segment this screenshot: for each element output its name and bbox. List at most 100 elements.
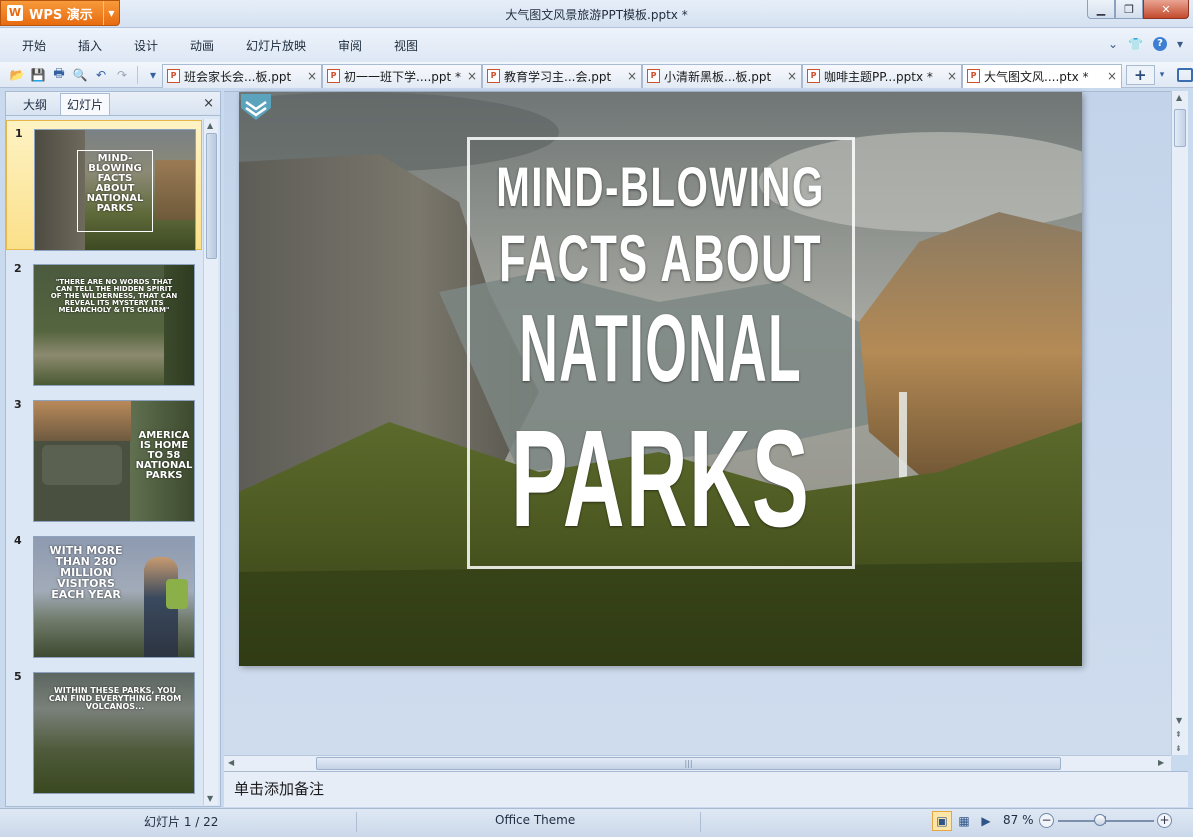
slide-thumbnail-1[interactable]: 1 MIND-BLOWING FACTS ABOUT NATIONAL PARK… [6,120,202,251]
scroll-right-icon[interactable]: ▶ [1158,758,1164,767]
normal-view-icon[interactable]: ▣ [932,811,952,831]
slide-thumbnail-4[interactable]: 4 WITH MORE THAN 280 MILLION VISITORS EA… [6,528,202,658]
help-icon[interactable]: ? [1152,37,1167,51]
slide-number: 5 [14,670,22,683]
doc-tab-label: 教育学习主...会.ppt [504,69,612,84]
zoom-in-button[interactable]: + [1157,813,1172,828]
current-slide[interactable]: MIND-BLOWING FACTS ABOUT NATIONAL PARKS [239,92,1082,666]
scroll-up-icon[interactable]: ▲ [207,121,213,130]
notes-pane[interactable]: 单击添加备注 [224,771,1188,807]
doc-tab[interactable]: P 班会家长会...板.ppt × [162,63,322,88]
new-tab-button[interactable]: + [1126,64,1155,85]
tab-outline[interactable]: 大纲 [10,93,60,115]
zoom-level[interactable]: 87 % [1003,813,1034,827]
print-preview-icon[interactable]: 🔍 [71,66,89,84]
collapse-ribbon-icon[interactable]: ⌄ [1108,37,1118,51]
doc-tab-label: 班会家长会...板.ppt [184,69,292,84]
status-divider [356,812,357,832]
ppt-file-icon: P [807,69,820,83]
slide-thumbnail-3[interactable]: 3 AMERICA IS HOME TO 58 NATIONAL PARKS [6,392,202,522]
status-divider [700,812,701,832]
slide-thumbnail-5[interactable]: 5 WITHIN THESE PARKS, YOU CAN FIND EVERY… [6,664,202,794]
skin-shirt-icon[interactable]: 👕 [1128,37,1143,51]
close-icon[interactable]: × [1107,69,1117,83]
menu-insert[interactable]: 插入 [78,37,134,54]
close-icon[interactable]: × [947,69,957,83]
menu-slideshow[interactable]: 幻灯片放映 [246,37,338,54]
tab-slides[interactable]: 幻灯片 [60,93,110,115]
customize-icon[interactable]: ▾ [144,66,162,84]
menu-home[interactable]: 开始 [22,37,78,54]
close-icon[interactable]: × [467,69,477,83]
close-icon[interactable]: × [627,69,637,83]
slide-title-line-3[interactable]: NATIONAL [424,294,896,404]
slide-thumbnail-text: MIND-BLOWING FACTS ABOUT NATIONAL PARKS [86,153,144,214]
close-icon[interactable]: × [203,96,214,111]
slide-number: 1 [15,127,23,140]
scrollbar-thumb[interactable] [1174,109,1186,147]
close-icon[interactable]: × [787,69,797,83]
print-icon[interactable]: 🖶 [50,66,68,84]
menu-animation[interactable]: 动画 [190,37,246,54]
slide-thumbnail-2[interactable]: 2 "THERE ARE NO WORDS THAT CAN TELL THE … [6,256,202,386]
theme-name[interactable]: Office Theme [495,813,575,827]
slide-sorter-icon[interactable]: ▦ [954,811,974,831]
title-bar: W WPS 演示 ▼ 大气图文风景旅游PPT模板.pptx * ▁ ❐ ✕ [0,0,1193,28]
document-tabs: P 班会家长会...板.ppt × P 初一一班下学....ppt * × P … [162,62,1122,88]
status-bar: 幻灯片 1 / 22 Office Theme ▣ ▦ ▶ 87 % − + [0,808,1193,837]
menu-view[interactable]: 视图 [394,37,450,54]
close-window-button[interactable]: ✕ [1143,0,1189,19]
save-icon[interactable]: 💾 [29,66,47,84]
scroll-up-icon[interactable]: ▲ [1176,93,1182,102]
restore-button[interactable]: ❐ [1115,0,1143,19]
undo-icon[interactable]: ↶ [92,66,110,84]
slide-number: 4 [14,534,22,547]
close-icon[interactable]: × [307,69,317,83]
slide-thumbnail-text: WITHIN THESE PARKS, YOU CAN FIND EVERYTH… [48,686,182,711]
toolbar-divider [137,65,138,84]
next-slide-icon[interactable]: ⇟ [1175,744,1182,753]
doc-tab-label: 小清新黑板...板.ppt [664,69,772,84]
slide-number: 3 [14,398,22,411]
scroll-down-icon[interactable]: ▼ [1176,716,1182,725]
zoom-slider[interactable] [1058,820,1154,822]
open-icon[interactable]: 📂 [8,66,26,84]
doc-tab-active[interactable]: P 大气图文风....ptx * × [962,63,1122,88]
window-layout-icon[interactable] [1177,67,1193,82]
ppt-file-icon: P [327,69,340,83]
thumbnail-scrollbar[interactable]: ▲ ▼ [203,119,218,805]
menu-bar: 开始 插入 设计 动画 幻灯片放映 审阅 视图 ⌄ 👕 ? ▾ [0,28,1193,62]
zoom-slider-handle[interactable] [1094,814,1106,826]
slide-editor-canvas: MIND-BLOWING FACTS ABOUT NATIONAL PARKS [224,91,1171,755]
slide-thumbnail-text: AMERICA IS HOME TO 58 NATIONAL PARKS [135,430,193,481]
doc-tab[interactable]: P 初一一班下学....ppt * × [322,63,482,88]
zoom-out-button[interactable]: − [1039,813,1054,828]
slide-title-line-1[interactable]: MIND-BLOWING [357,154,964,219]
slide-title-line-4[interactable]: PARKS [399,400,922,559]
ppt-file-icon: P [167,69,180,83]
slide-number: 2 [14,262,22,275]
editor-vertical-scrollbar[interactable]: ▲ ▼ ⇞ ⇟ [1171,91,1188,755]
doc-tab[interactable]: P 教育学习主...会.ppt × [482,63,642,88]
slide-title-line-2[interactable]: FACTS ABOUT [382,220,938,296]
scroll-down-icon[interactable]: ▼ [207,794,213,803]
menu-design[interactable]: 设计 [134,37,190,54]
menu-review[interactable]: 审阅 [338,37,394,54]
doc-tab[interactable]: P 咖啡主题PP...pptx * × [802,63,962,88]
editor-horizontal-scrollbar[interactable]: ◀ ||| ▶ [224,755,1171,771]
window-title: 大气图文风景旅游PPT模板.pptx * [505,8,688,22]
doc-tab-label: 初一一班下学....ppt * [344,69,462,84]
scrollbar-thumb[interactable] [206,133,217,259]
scrollbar-thumb[interactable]: ||| [316,757,1061,770]
previous-slide-icon[interactable]: ⇞ [1175,730,1182,739]
doc-tab[interactable]: P 小清新黑板...板.ppt × [642,63,802,88]
new-tab-dropdown-icon[interactable]: ▾ [1155,66,1170,84]
minimize-button[interactable]: ▁ [1087,0,1115,19]
help-dropdown-icon[interactable]: ▾ [1177,37,1183,51]
ppt-file-icon: P [967,69,980,83]
scroll-left-icon[interactable]: ◀ [228,758,234,767]
slide-panel: 大纲 幻灯片 × 1 MIND-BLOWING FACTS ABOUT NATI… [5,91,221,807]
redo-icon[interactable]: ↷ [113,66,131,84]
slideshow-view-icon[interactable]: ▶ [976,811,996,831]
doc-tab-label: 大气图文风....ptx * [984,69,1089,84]
